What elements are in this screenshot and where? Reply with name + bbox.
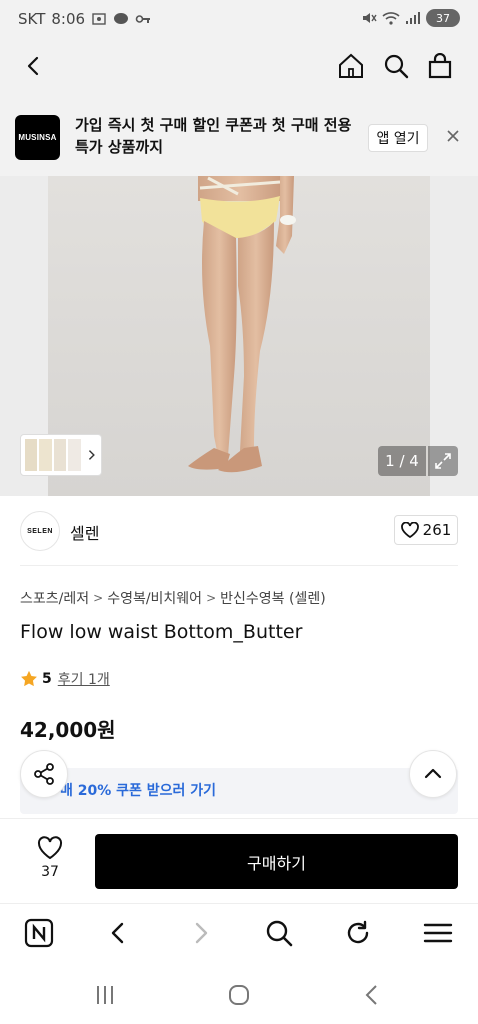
breadcrumb-separator-icon: > [206, 591, 217, 605]
search-icon [384, 54, 409, 79]
browser-back-button[interactable] [101, 915, 137, 951]
refresh-icon [347, 920, 369, 944]
thumbnail-2[interactable] [39, 439, 52, 471]
search-icon [266, 920, 293, 947]
expand-icon [435, 453, 451, 469]
product-title: Flow low waist Bottom_Butter [20, 621, 303, 643]
screenshot-icon [92, 13, 106, 25]
key-icon [135, 15, 151, 23]
browser-forward-button[interactable] [182, 915, 218, 951]
brand-name[interactable]: 셀렌 [70, 520, 99, 544]
share-button[interactable] [20, 750, 68, 798]
product-price: 42,000원 [20, 718, 116, 742]
mute-icon [363, 13, 377, 23]
musinsa-logo: MUSINSA [15, 115, 60, 160]
open-app-button[interactable]: 앱 열기 [368, 124, 428, 152]
rating: 5 후기 1개 [20, 669, 110, 689]
breadcrumb-item[interactable]: 스포츠/레저 [20, 588, 89, 608]
circle-home-icon [229, 985, 249, 1005]
share-icon [34, 763, 54, 785]
wishlist-count: 37 [41, 864, 59, 880]
thumbnail-3[interactable] [53, 439, 67, 471]
banner-close-button[interactable] [443, 126, 463, 146]
browser-search-button[interactable] [261, 915, 297, 951]
naver-icon [24, 918, 54, 948]
banner-message-line1: 가입 즉시 첫 구매 할인 쿠폰과 첫 구매 전용 [75, 116, 352, 134]
recent-apps-button[interactable] [90, 980, 120, 1010]
battery-indicator: 37 [426, 9, 460, 27]
banner-message: 가입 즉시 첫 구매 할인 쿠폰과 첫 구매 전용 특가 상품까지 [75, 114, 355, 158]
hamburger-menu-icon [423, 923, 453, 943]
signal-icon [406, 12, 420, 24]
cart-button[interactable] [424, 50, 456, 82]
model-legs-image [188, 176, 296, 473]
browser-toolbar [0, 903, 478, 965]
star-icon [21, 670, 37, 687]
status-left: SKT 8:06 [18, 10, 151, 28]
recent-apps-icon [97, 986, 113, 1004]
back-button[interactable] [18, 50, 50, 82]
system-home-button[interactable] [224, 980, 254, 1010]
scroll-to-top-button[interactable] [409, 750, 457, 798]
chevron-left-icon [27, 56, 39, 76]
chevron-right-icon [88, 450, 95, 460]
expand-button[interactable] [428, 446, 458, 476]
carrier-label: SKT [18, 10, 46, 28]
search-button[interactable] [380, 50, 412, 82]
divider [20, 565, 458, 566]
refresh-button[interactable] [340, 915, 376, 951]
coupon-text[interactable]: 매 20% 쿠폰 받으러 가기 [60, 780, 216, 800]
chevron-left-icon [365, 985, 377, 1005]
breadcrumb-item[interactable]: 수영복/비치웨어 [107, 588, 202, 608]
chevron-left-icon [111, 922, 124, 944]
thumbnail-1[interactable] [25, 439, 38, 471]
banner-message-line2: 특가 상품까지 [75, 138, 164, 156]
heart-icon [37, 836, 63, 860]
brand-like-button[interactable]: 261 [394, 515, 458, 545]
wishlist-button[interactable]: 37 [20, 836, 80, 886]
shopping-bag-icon [428, 53, 452, 79]
chevron-up-icon [424, 768, 442, 779]
status-right: 37 [361, 9, 460, 27]
home-button[interactable] [335, 50, 367, 82]
wifi-icon [382, 12, 400, 25]
product-photo [48, 176, 430, 496]
breadcrumb-item[interactable]: 반신수영복 (셀렌) [220, 588, 326, 608]
talk-icon [114, 13, 129, 24]
thumbnail-4[interactable] [68, 439, 81, 471]
review-link[interactable]: 후기 1개 [58, 669, 110, 689]
breadcrumb: 스포츠/레저 > 수영복/비치웨어 > 반신수영복 (셀렌) [20, 588, 326, 608]
chevron-right-icon [195, 922, 208, 944]
clock: 8:06 [51, 10, 86, 28]
system-back-button[interactable] [358, 980, 388, 1010]
brand-like-count: 261 [422, 521, 452, 539]
close-icon [447, 130, 459, 142]
battery-level: 37 [436, 11, 450, 25]
thumbnail-strip[interactable] [20, 434, 102, 476]
rating-score: 5 [42, 671, 52, 687]
brand-logo[interactable]: SELEN [20, 511, 60, 551]
heart-icon [400, 522, 419, 538]
home-icon [339, 53, 363, 78]
naver-home-button[interactable] [21, 915, 57, 951]
menu-button[interactable] [420, 915, 456, 951]
buy-button[interactable]: 구매하기 [95, 834, 458, 889]
breadcrumb-separator-icon: > [93, 591, 104, 605]
top-nav [0, 36, 478, 98]
page-indicator: 1 / 4 [378, 446, 426, 476]
